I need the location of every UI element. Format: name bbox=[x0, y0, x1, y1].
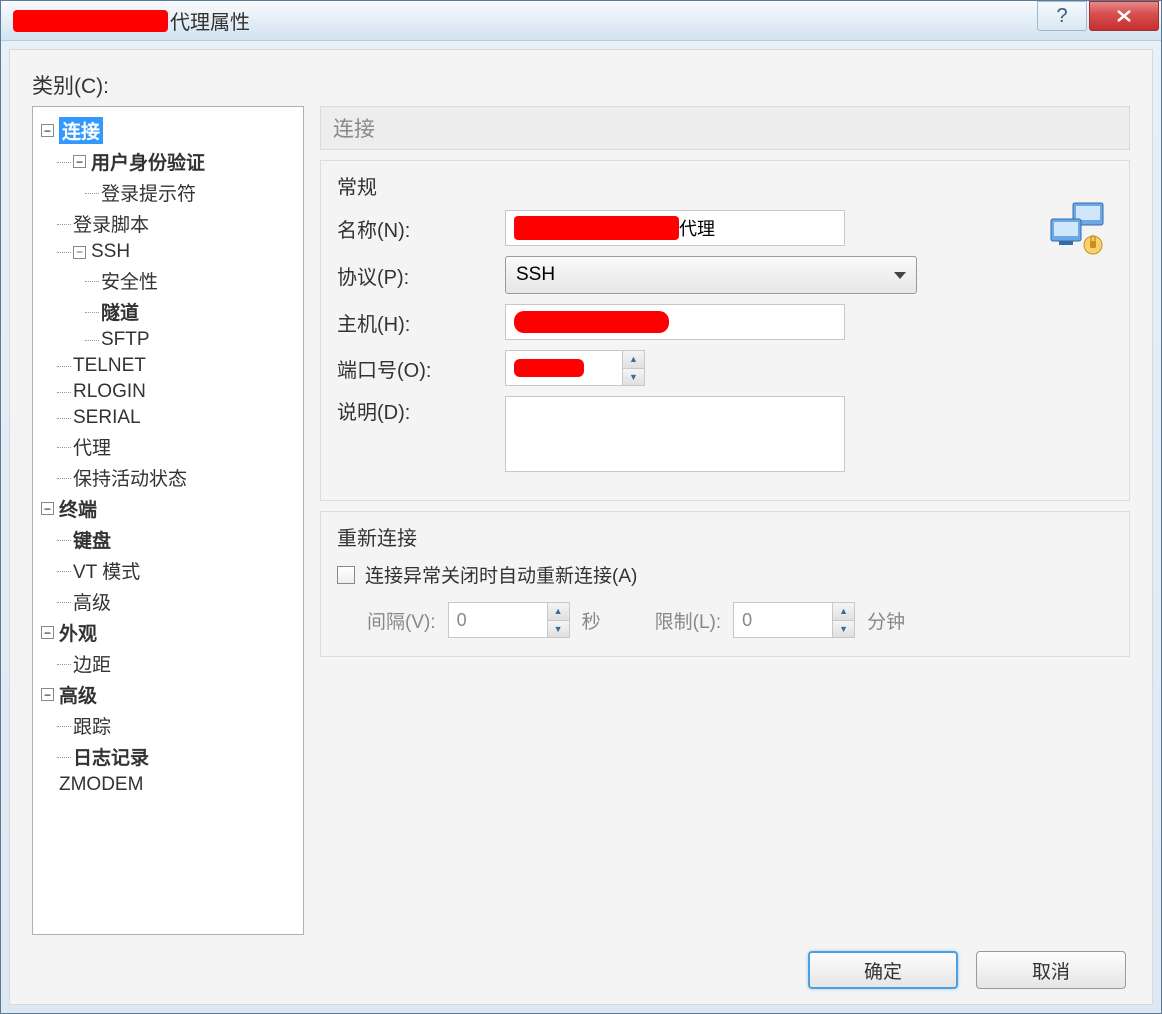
redacted-name-prefix bbox=[514, 216, 679, 240]
tree-advanced[interactable]: − 高级 bbox=[37, 679, 299, 710]
tree-connection[interactable]: − 连接 bbox=[37, 115, 299, 146]
redacted-port-value bbox=[514, 359, 584, 377]
interval-unit: 秒 bbox=[582, 607, 601, 634]
description-label: 说明(D): bbox=[337, 396, 505, 425]
name-label: 名称(N): bbox=[337, 214, 505, 243]
spin-down-icon[interactable]: ▼ bbox=[833, 621, 854, 638]
dialog-buttons: 确定 取消 bbox=[32, 935, 1130, 989]
dialog-body: 类别(C): − 连接 − 用户身份验证 bbox=[9, 49, 1153, 1005]
tree-keepalive[interactable]: 保持活动状态 bbox=[51, 462, 299, 493]
tree-keyboard[interactable]: 键盘 bbox=[51, 524, 299, 555]
cancel-button[interactable]: 取消 bbox=[976, 951, 1126, 989]
spin-down-icon[interactable]: ▼ bbox=[548, 621, 569, 638]
name-input[interactable]: 代理 bbox=[505, 210, 845, 246]
collapse-icon[interactable]: − bbox=[73, 155, 86, 168]
redacted-host-value bbox=[514, 311, 669, 333]
name-value-suffix: 代理 bbox=[679, 215, 715, 241]
ok-button[interactable]: 确定 bbox=[808, 951, 958, 989]
tree-login-prompt[interactable]: 登录提示符 bbox=[79, 177, 299, 208]
port-label: 端口号(O): bbox=[337, 354, 505, 383]
tree-tunnel[interactable]: 隧道 bbox=[79, 296, 299, 327]
limit-spinner[interactable]: 0 ▲ ▼ bbox=[733, 602, 855, 638]
window-title-suffix: 代理属性 bbox=[170, 6, 250, 35]
tree-login-script[interactable]: 登录脚本 bbox=[51, 208, 299, 239]
tree-ssh[interactable]: − SSH bbox=[51, 239, 299, 265]
tree-zmodem[interactable]: ZMODEM bbox=[37, 772, 299, 798]
general-section-title: 常规 bbox=[337, 171, 1113, 200]
tree-user-auth[interactable]: − 用户身份验证 bbox=[51, 146, 299, 177]
interval-spinner[interactable]: 0 ▲ ▼ bbox=[448, 602, 570, 638]
reconnect-section-title: 重新连接 bbox=[337, 522, 1113, 551]
tree-sftp[interactable]: SFTP bbox=[79, 327, 299, 353]
protocol-row: 协议(P): SSH bbox=[337, 256, 1113, 294]
interval-label: 间隔(V): bbox=[367, 607, 436, 634]
collapse-icon[interactable]: − bbox=[41, 626, 54, 639]
close-icon bbox=[1115, 9, 1133, 23]
tree-terminal[interactable]: − 终端 bbox=[37, 493, 299, 524]
port-spinner[interactable]: ▲ ▼ bbox=[505, 350, 645, 386]
description-row: 说明(D): bbox=[337, 396, 1113, 472]
host-input[interactable] bbox=[505, 304, 845, 340]
tree-serial[interactable]: SERIAL bbox=[51, 405, 299, 431]
chevron-down-icon bbox=[894, 272, 906, 279]
tree-vt-mode[interactable]: VT 模式 bbox=[51, 555, 299, 586]
auto-reconnect-label: 连接异常关闭时自动重新连接(A) bbox=[365, 561, 637, 588]
auto-reconnect-row: 连接异常关闭时自动重新连接(A) bbox=[337, 561, 1113, 588]
window-title: 代理属性 bbox=[13, 6, 250, 35]
tree-rlogin[interactable]: RLOGIN bbox=[51, 379, 299, 405]
help-button[interactable]: ? bbox=[1037, 1, 1087, 31]
reconnect-params-row: 间隔(V): 0 ▲ ▼ 秒 限制(L): 0 bbox=[337, 602, 1113, 638]
limit-value[interactable]: 0 bbox=[734, 603, 832, 637]
host-row: 主机(H): bbox=[337, 304, 1113, 340]
auto-reconnect-checkbox[interactable] bbox=[337, 566, 355, 584]
tree-proxy[interactable]: 代理 bbox=[51, 431, 299, 462]
limit-label: 限制(L): bbox=[655, 607, 722, 634]
reconnect-section: 重新连接 连接异常关闭时自动重新连接(A) 间隔(V): 0 ▲ ▼ bbox=[320, 511, 1130, 657]
category-label: 类别(C): bbox=[32, 70, 1130, 100]
spin-up-icon[interactable]: ▲ bbox=[833, 603, 854, 621]
tree-margin[interactable]: 边距 bbox=[51, 648, 299, 679]
port-row: 端口号(O): ▲ ▼ bbox=[337, 350, 1113, 386]
content-row: − 连接 − 用户身份验证 登录提示符 bbox=[32, 106, 1130, 935]
settings-panel: 连接 常规 名称(N): bbox=[320, 106, 1130, 935]
redacted-title-prefix bbox=[13, 10, 168, 32]
titlebar: 代理属性 ? bbox=[1, 1, 1161, 41]
protocol-combobox[interactable]: SSH bbox=[505, 256, 917, 294]
collapse-icon[interactable]: − bbox=[41, 688, 54, 701]
port-value[interactable] bbox=[506, 351, 622, 385]
tree-logging[interactable]: 日志记录 bbox=[51, 741, 299, 772]
description-input[interactable] bbox=[505, 396, 845, 472]
tree-telnet[interactable]: TELNET bbox=[51, 353, 299, 379]
host-label: 主机(H): bbox=[337, 308, 505, 337]
tree-advanced-terminal[interactable]: 高级 bbox=[51, 586, 299, 617]
collapse-icon[interactable]: − bbox=[41, 502, 54, 515]
spin-down-icon[interactable]: ▼ bbox=[623, 369, 644, 386]
protocol-value: SSH bbox=[516, 264, 555, 286]
tree-trace[interactable]: 跟踪 bbox=[51, 710, 299, 741]
general-section: 常规 名称(N): bbox=[320, 160, 1130, 501]
interval-value[interactable]: 0 bbox=[449, 603, 547, 637]
category-tree[interactable]: − 连接 − 用户身份验证 登录提示符 bbox=[32, 106, 304, 935]
titlebar-buttons: ? bbox=[1037, 1, 1161, 40]
name-row: 名称(N): 代理 bbox=[337, 210, 1113, 246]
collapse-icon[interactable]: − bbox=[73, 246, 86, 259]
collapse-icon[interactable]: − bbox=[41, 124, 54, 137]
protocol-label: 协议(P): bbox=[337, 261, 505, 290]
network-computers-icon bbox=[1045, 201, 1111, 257]
tree-security[interactable]: 安全性 bbox=[79, 265, 299, 296]
properties-dialog: 代理属性 ? 类别(C): − 连接 bbox=[0, 0, 1162, 1014]
spin-up-icon[interactable]: ▲ bbox=[623, 351, 644, 369]
limit-unit: 分钟 bbox=[867, 607, 905, 634]
panel-heading: 连接 bbox=[320, 106, 1130, 150]
tree-appearance[interactable]: − 外观 bbox=[37, 617, 299, 648]
spin-up-icon[interactable]: ▲ bbox=[548, 603, 569, 621]
close-button[interactable] bbox=[1089, 1, 1159, 31]
